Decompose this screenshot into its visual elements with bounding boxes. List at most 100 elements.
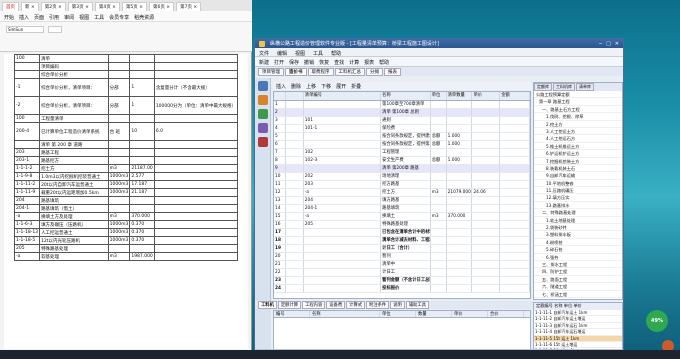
table-row[interactable]: 9 清单 第200章 路基 — [274, 165, 530, 173]
table-row[interactable]: 8 102-3 安全生产费 总额 1.000 — [274, 157, 530, 165]
material-icon[interactable] — [257, 123, 268, 133]
table-row[interactable]: 24 投标报价 — [274, 285, 530, 293]
column-header[interactable]: 清单数量 — [447, 92, 473, 100]
document-tab[interactable]: 首页 — [2, 2, 19, 11]
tree-node[interactable]: 11.压路机碾压 — [534, 187, 622, 195]
tree-node[interactable]: 1.伐树、挖根、除草 — [534, 113, 622, 121]
toolbar-button[interactable]: 报表 — [364, 59, 374, 66]
tree-node[interactable]: 10.平地机整修 — [534, 180, 622, 188]
tree-node[interactable]: 5.推土机推运土方 — [534, 143, 622, 151]
table-row[interactable]: 11 203 挖方路基 — [274, 181, 530, 189]
detail-tab[interactable]: 计算式 — [346, 301, 366, 309]
table-row[interactable]: 20 暂列 — [274, 253, 530, 261]
table-row[interactable]: 1 第100章至700章清单 — [274, 101, 530, 109]
document-tab[interactable]: 第6页 × — [149, 2, 175, 11]
close-icon[interactable]: ✕ — [615, 41, 619, 47]
toolbar-button[interactable]: 新建 — [259, 59, 269, 66]
grid-tool-button[interactable]: 插入 — [276, 83, 286, 90]
detail-column-header[interactable]: 数量 — [416, 311, 452, 317]
table-row[interactable]: 4 101-1 保险费 — [274, 125, 530, 133]
document-tab[interactable]: 第7页 × — [176, 2, 202, 11]
tree-node[interactable]: 7.挖掘机挖装土方 — [534, 158, 622, 165]
tree-node[interactable]: 1.软土地基处理 — [534, 217, 622, 225]
column-header[interactable]: 单价 — [472, 92, 501, 100]
column-header[interactable]: 单位 — [431, 92, 447, 100]
maximize-icon[interactable]: □ — [606, 41, 611, 47]
module-tab[interactable]: 项目管理 — [258, 68, 284, 76]
column-header[interactable]: 清单编号 — [304, 92, 382, 100]
toolbar-button[interactable]: 计算 — [349, 59, 359, 66]
format-buttons[interactable] — [6, 37, 62, 44]
table-row[interactable]: 5 按合同条款规定，提供建筑工程一切险总额1.000 — [274, 133, 530, 141]
tree-node[interactable]: 四、防护工程 — [534, 268, 622, 276]
font-size-select[interactable] — [48, 26, 62, 33]
tree-node[interactable]: 8.装载机装土石 — [534, 165, 622, 173]
tree-node[interactable]: 12.填方压实 — [534, 194, 622, 202]
menu-item[interactable]: 工具 — [313, 50, 323, 57]
font-name-select[interactable]: SimSun — [6, 26, 44, 33]
tree-node[interactable]: 第一章 路基工程 — [534, 98, 622, 106]
library-tab[interactable]: 定额库 — [534, 83, 552, 91]
grid-tool-button[interactable]: 上移 — [306, 83, 316, 90]
grid-tool-button[interactable]: 删除 — [291, 83, 301, 90]
table-row[interactable]: 15 -a 换填土 m3 370.000 — [274, 213, 530, 221]
document-tab[interactable]: 第5页 × — [121, 2, 148, 11]
detail-column-header[interactable]: 编号 — [274, 311, 310, 317]
ribbon-tab[interactable]: 视图 — [79, 14, 89, 21]
detail-tab[interactable]: 工料机 — [258, 301, 277, 309]
module-tab[interactable]: 工料机汇总 — [334, 68, 365, 76]
toolbar-button[interactable]: 撤销 — [304, 59, 314, 66]
bill-items-grid[interactable]: 清单编号 名称 单位 清单数量 单价 金额 1 第100章至700章清单 2 清单 第100章 … — [273, 91, 531, 299]
table-row[interactable]: 12 -a 挖土方 m3 21079.000 24.06 — [274, 189, 530, 197]
detail-tab[interactable]: 定额计算 — [277, 301, 302, 309]
quota-tree[interactable]: 公路工程预算定额 第一章 路基工程 一、路基土石方工程 1.伐树、挖根、除草 2.挖土方… — [534, 91, 622, 298]
library-tab[interactable]: 工料机库 — [553, 83, 575, 91]
column-header[interactable]: 名称 — [381, 92, 431, 100]
toolbar-button[interactable]: 查找 — [334, 59, 344, 66]
column-header[interactable] — [274, 92, 286, 100]
column-header[interactable]: 金额 — [500, 92, 530, 100]
detail-column-header[interactable]: 名称 — [310, 311, 380, 317]
tree-node[interactable]: 9.自卸汽车运输 — [534, 172, 622, 180]
module-tab[interactable]: 分摊 — [366, 68, 383, 76]
ribbon-tab[interactable]: 开始 — [4, 14, 14, 21]
menu-item[interactable]: 文件 — [259, 50, 269, 57]
tree-node[interactable]: 五、路面工程 — [534, 276, 622, 284]
ribbon-tab[interactable]: 页面 — [34, 14, 44, 21]
table-row[interactable]: 7 102 工程管理 — [274, 149, 530, 157]
ribbon-tab[interactable]: 引用 — [49, 14, 59, 21]
table-row[interactable]: 6 按合同条款规定，提供第三方责任险总额1.000 — [274, 141, 530, 149]
menu-item[interactable]: 编辑 — [277, 50, 287, 57]
tree-node[interactable]: 6.铲运机铲运土方 — [534, 150, 622, 158]
document-tab[interactable]: 新 × — [21, 2, 39, 11]
tree-node[interactable]: 3.人工挖运土方 — [534, 128, 622, 136]
detail-tab[interactable]: 附注条件 — [366, 301, 390, 309]
ribbon-tab[interactable]: 插入 — [19, 14, 29, 21]
detail-tab[interactable]: 说明 — [390, 301, 405, 309]
column-header[interactable] — [286, 92, 304, 100]
tree-node[interactable]: 6.强夯 — [534, 254, 622, 261]
tree-node[interactable]: 六、隧道工程 — [534, 283, 622, 291]
toolbar-button[interactable]: 保存 — [289, 59, 299, 66]
table-row[interactable]: 3 101 通则 — [274, 117, 530, 125]
table-row[interactable]: 2 清单 第100章 总则 — [274, 109, 530, 117]
progress-badge[interactable]: 49% — [646, 310, 668, 332]
table-row[interactable]: 22 计日工 — [274, 269, 530, 277]
document-tab[interactable]: 第3页 × — [67, 2, 93, 11]
table-row[interactable]: 18 清单合计减去材料、工程和设备 — [274, 237, 530, 245]
tree-node[interactable]: 三、排水工程 — [534, 261, 622, 269]
tree-node[interactable]: 4.人工挖运石方 — [534, 135, 622, 143]
menu-item[interactable]: 帮助 — [331, 50, 341, 57]
detail-tab[interactable]: 设备费 — [326, 301, 346, 309]
table-row[interactable]: 13 204 填方路基 — [274, 197, 530, 205]
tree-node[interactable]: 13.路基排水 — [534, 202, 622, 210]
tree-node[interactable]: 5.碎石桩 — [534, 246, 622, 254]
table-row[interactable]: 19 计日工（合计） — [274, 245, 530, 253]
fee-icon[interactable] — [257, 109, 268, 119]
ribbon-tab[interactable]: 工具 — [94, 14, 104, 21]
tree-node[interactable]: 3.塑料排水板 — [534, 231, 622, 239]
tree-node[interactable]: 一、路基土石方工程 — [534, 106, 622, 114]
table-row[interactable]: 17 已包含在清单合计中的材料、工程 — [274, 229, 530, 237]
toolbar-button[interactable]: 打开 — [274, 59, 284, 66]
ribbon-tab[interactable]: 会员专享 — [109, 14, 129, 21]
